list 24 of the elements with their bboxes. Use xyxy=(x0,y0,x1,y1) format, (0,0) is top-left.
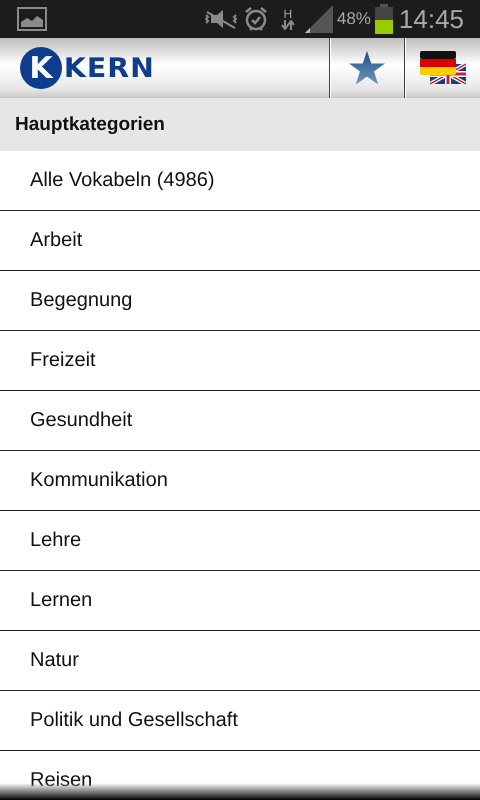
battery-icon xyxy=(374,4,393,34)
signal-icon xyxy=(304,5,333,33)
network-type: H xyxy=(284,8,292,20)
category-item[interactable]: Alle Vokabeln (4986) xyxy=(0,151,480,211)
flags-icon xyxy=(420,51,466,85)
clock: 14:45 xyxy=(398,4,464,34)
category-item[interactable]: Natur xyxy=(0,631,480,691)
category-item[interactable]: Lernen xyxy=(0,571,480,631)
star-icon xyxy=(349,51,385,85)
category-item[interactable]: Freizeit xyxy=(0,331,480,391)
category-item[interactable]: Arbeit xyxy=(0,211,480,271)
category-item[interactable]: Kommunikation xyxy=(0,451,480,511)
category-item[interactable]: Lehre xyxy=(0,511,480,571)
category-item[interactable]: Politik und Gesellschaft xyxy=(0,691,480,751)
kern-logo: K KERN xyxy=(0,38,329,98)
category-item[interactable]: Begegnung xyxy=(0,271,480,331)
data-transfer-icon xyxy=(280,20,295,30)
section-header: Hauptkategorien xyxy=(0,98,480,151)
category-item[interactable]: Reisen xyxy=(0,751,480,800)
category-item[interactable]: Gesundheit xyxy=(0,391,480,451)
vibrate-mute-icon xyxy=(204,7,237,31)
alarm-icon xyxy=(242,6,269,32)
battery-percentage: 48% xyxy=(336,9,371,29)
image-icon xyxy=(17,7,47,31)
